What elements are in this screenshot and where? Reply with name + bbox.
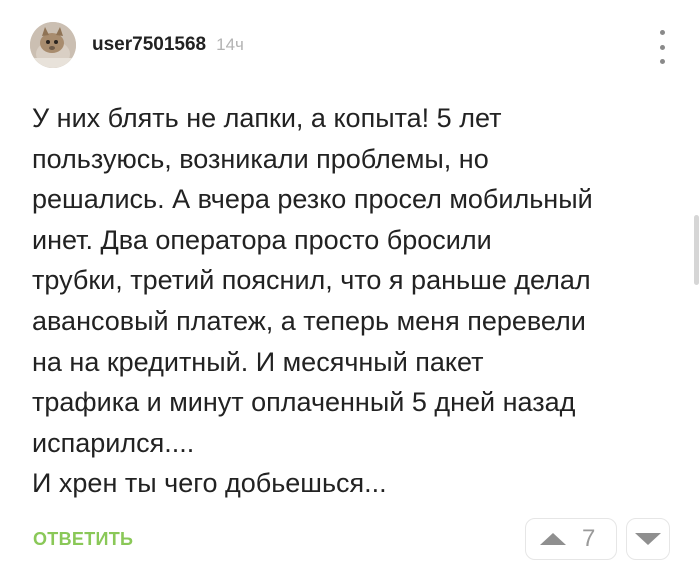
downvote-button[interactable] bbox=[626, 518, 670, 560]
vertical-ellipsis-icon bbox=[659, 59, 665, 64]
comment-text: У них блять не лапки, а копыта! 5 лет по… bbox=[32, 103, 593, 499]
reply-button[interactable]: ОТВЕТИТЬ bbox=[33, 529, 133, 550]
cat-avatar-icon bbox=[30, 22, 76, 68]
vertical-ellipsis-icon bbox=[659, 30, 665, 35]
scrollbar[interactable] bbox=[694, 215, 699, 285]
timestamp: 14ч bbox=[216, 35, 244, 54]
comment-header: user7501568 14ч bbox=[30, 22, 244, 68]
username[interactable]: user7501568 bbox=[92, 34, 206, 56]
arrow-down-icon bbox=[635, 533, 661, 545]
upvote-button[interactable]: 7 bbox=[525, 518, 617, 560]
vertical-ellipsis-icon bbox=[659, 44, 665, 50]
rating-count: 7 bbox=[582, 525, 596, 552]
more-options-button[interactable] bbox=[652, 30, 672, 64]
comment-card: user7501568 14ч У них блять не лапки, а … bbox=[0, 0, 700, 588]
arrow-up-icon bbox=[540, 533, 566, 545]
avatar[interactable] bbox=[30, 22, 76, 68]
